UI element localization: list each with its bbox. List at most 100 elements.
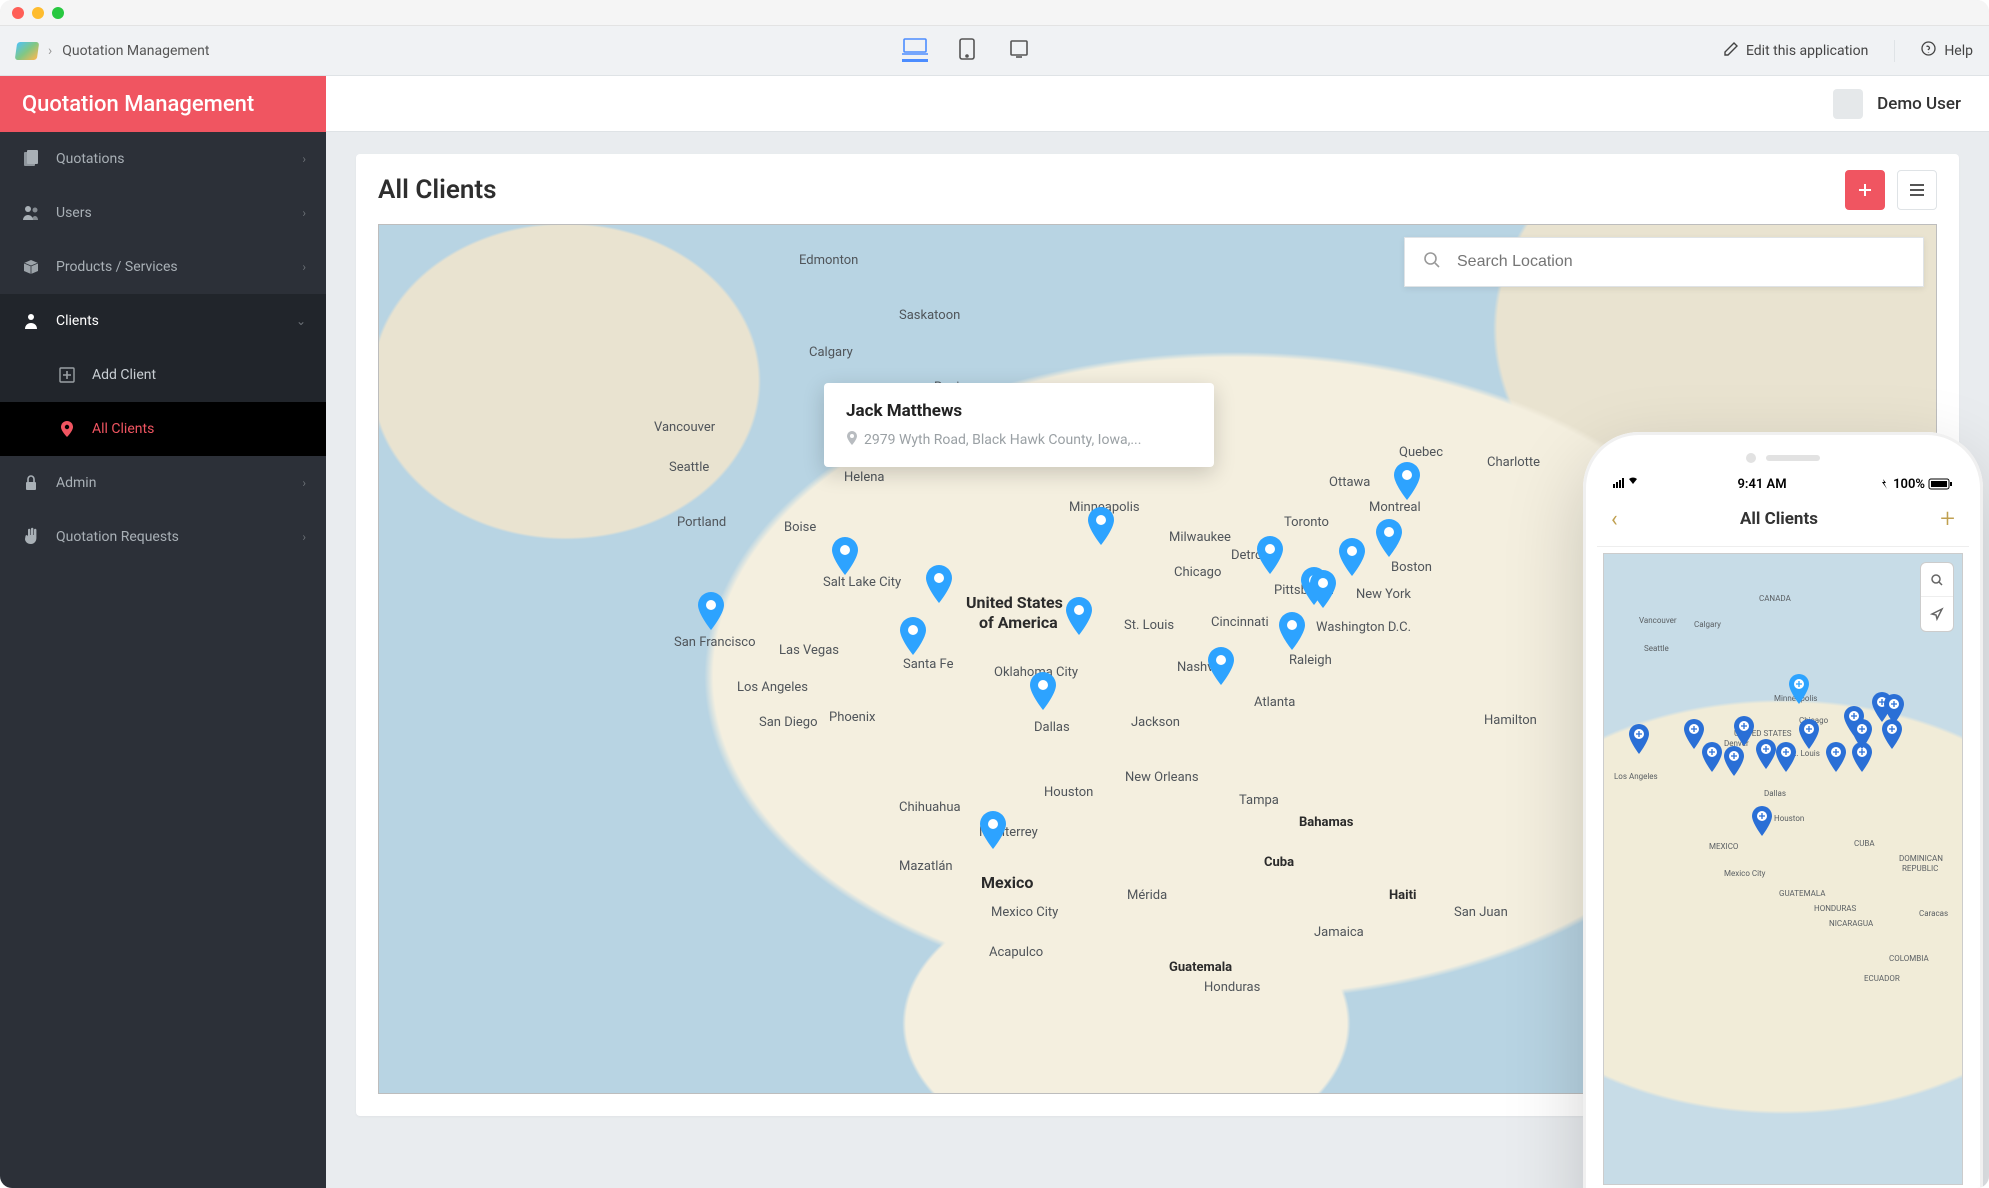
plus-square-icon: [58, 366, 76, 384]
sidebar-item-label: Users: [56, 205, 92, 221]
app-logo-icon[interactable]: [15, 42, 40, 60]
phone-map-pin[interactable]: [1862, 749, 1884, 783]
user-name[interactable]: Demo User: [1877, 94, 1961, 114]
map-client-pin[interactable]: [1079, 635, 1107, 663]
phone-speaker-icon: [1766, 455, 1820, 461]
phone-back-button[interactable]: ‹: [1611, 507, 1618, 532]
sidebar-subitem-label: All Clients: [92, 421, 154, 437]
phone-time: 9:41 AM: [1738, 477, 1787, 492]
phone-locate-button[interactable]: [1921, 597, 1953, 631]
phone-map-label: ECUADOR: [1864, 974, 1900, 983]
map-city-label: Tampa: [1239, 793, 1279, 808]
map-city-label: Mazatlán: [899, 859, 953, 874]
chevron-down-icon: ⌄: [296, 314, 306, 328]
search-location-box[interactable]: [1404, 237, 1924, 287]
maximize-window-button[interactable]: [52, 7, 64, 19]
map-city-label: Acapulco: [989, 945, 1043, 960]
map-city-label: Chicago: [1174, 565, 1221, 580]
tablet-preview-button[interactable]: [954, 40, 980, 62]
body: Quotation Management Quotations›Users›Pr…: [0, 76, 1989, 1188]
map-client-pin[interactable]: [939, 603, 967, 631]
sidebar-item-clients[interactable]: Clients⌄: [0, 294, 326, 348]
person-icon: [22, 312, 40, 330]
phone-search-button[interactable]: [1921, 563, 1953, 597]
phone-add-button[interactable]: +: [1940, 504, 1955, 534]
map-city-label: Hamilton: [1484, 713, 1537, 728]
close-window-button[interactable]: [12, 7, 24, 19]
map-city-label: Jamaica: [1314, 925, 1364, 940]
phone-map-label: Caracas: [1919, 909, 1948, 918]
desktop-preview-button[interactable]: [902, 40, 928, 62]
help-button[interactable]: Help: [1921, 41, 1973, 60]
phone-map-pin[interactable]: [1786, 772, 1808, 806]
sidebar-item-label: Products / Services: [56, 259, 178, 275]
map-client-pin[interactable]: [1043, 710, 1071, 738]
map-city-label: United States: [966, 593, 1063, 612]
users-icon: [22, 204, 40, 222]
panel-header: All Clients: [378, 170, 1937, 210]
more-options-button[interactable]: [1897, 170, 1937, 210]
map-city-label: Saskatoon: [899, 308, 960, 323]
sidebar-item-quotations[interactable]: Quotations›: [0, 132, 326, 186]
sidebar-subitem-allclients[interactable]: All Clients: [0, 402, 326, 456]
add-record-button[interactable]: [1845, 170, 1885, 210]
minimize-window-button[interactable]: [32, 7, 44, 19]
brand-title: Quotation Management: [0, 76, 326, 132]
phone-map[interactable]: CANADAVancouverCalgarySeattleUNITED STAT…: [1603, 553, 1963, 1185]
map-city-label: Phoenix: [829, 710, 875, 725]
avatar[interactable]: [1833, 89, 1863, 119]
tooltip-address: 2979 Wyth Road, Black Hawk County, Iowa,…: [846, 431, 1192, 449]
phone-map-pin[interactable]: [1892, 749, 1914, 783]
sidebar: Quotation Management Quotations›Users›Pr…: [0, 76, 326, 1188]
map-client-pin[interactable]: [1101, 545, 1129, 573]
sidebar-item-quoterequests[interactable]: Quotation Requests›: [0, 510, 326, 564]
sidebar-item-products[interactable]: Products / Services›: [0, 240, 326, 294]
top-toolbar: › Quotation Management Edit this applica…: [0, 26, 1989, 76]
map-city-label: Edmonton: [799, 253, 858, 268]
breadcrumb-app[interactable]: Quotation Management: [62, 43, 209, 59]
panel-actions: [1845, 170, 1937, 210]
map-client-pin[interactable]: [1292, 650, 1320, 678]
map-client-pin[interactable]: [1221, 685, 1249, 713]
map-city-label: Portland: [677, 515, 726, 530]
map-client-pin[interactable]: [1389, 557, 1417, 585]
phone-map-label: REPUBLIC: [1902, 864, 1938, 873]
map-client-pin[interactable]: [993, 849, 1021, 877]
chevron-right-icon: ›: [48, 43, 52, 59]
phone-map-pin[interactable]: [1734, 776, 1756, 810]
map-client-pin[interactable]: [711, 630, 739, 658]
map-city-label: Seattle: [669, 460, 709, 475]
sidebar-subitem-addclient[interactable]: Add Client: [0, 348, 326, 402]
phone-map-controls: [1920, 562, 1954, 632]
phone-map-pin[interactable]: [1639, 754, 1661, 788]
phone-map-pin[interactable]: [1712, 772, 1734, 806]
map-client-pin[interactable]: [913, 655, 941, 683]
phone-map-label: HONDURAS: [1814, 904, 1856, 913]
phone-map-pin[interactable]: [1836, 772, 1858, 806]
map-city-label: Vancouver: [654, 420, 715, 435]
phone-map-label: NICARAGUA: [1829, 919, 1873, 928]
box-icon: [22, 258, 40, 276]
map-client-pin[interactable]: [1407, 500, 1435, 528]
map-client-pin[interactable]: [845, 575, 873, 603]
client-tooltip[interactable]: Jack Matthews 2979 Wyth Road, Black Hawk…: [824, 383, 1214, 467]
phone-battery: 100%: [1881, 477, 1953, 492]
phone-map-pin[interactable]: [1762, 836, 1784, 870]
sidebar-subitem-label: Add Client: [92, 367, 156, 383]
hand-icon: [22, 528, 40, 546]
tooltip-address-text: 2979 Wyth Road, Black Hawk County, Iowa,…: [864, 432, 1141, 448]
phone-status-bar: 9:41 AM 100%: [1597, 470, 1969, 498]
map-client-pin[interactable]: [1323, 608, 1351, 636]
sidebar-item-users[interactable]: Users›: [0, 186, 326, 240]
map-client-pin[interactable]: [1352, 576, 1380, 604]
mobile-preview-button[interactable]: [1006, 40, 1032, 62]
map-city-label: Cincinnati: [1211, 615, 1269, 630]
map-city-label: Los Angeles: [737, 680, 808, 695]
macos-titlebar: [0, 0, 1989, 26]
map-city-label: Quebec: [1399, 445, 1443, 460]
edit-application-button[interactable]: Edit this application: [1724, 42, 1868, 60]
sidebar-item-admin[interactable]: Admin›: [0, 456, 326, 510]
map-client-pin[interactable]: [1270, 574, 1298, 602]
search-location-input[interactable]: [1455, 252, 1905, 272]
phone-map-pin[interactable]: [1766, 769, 1788, 803]
